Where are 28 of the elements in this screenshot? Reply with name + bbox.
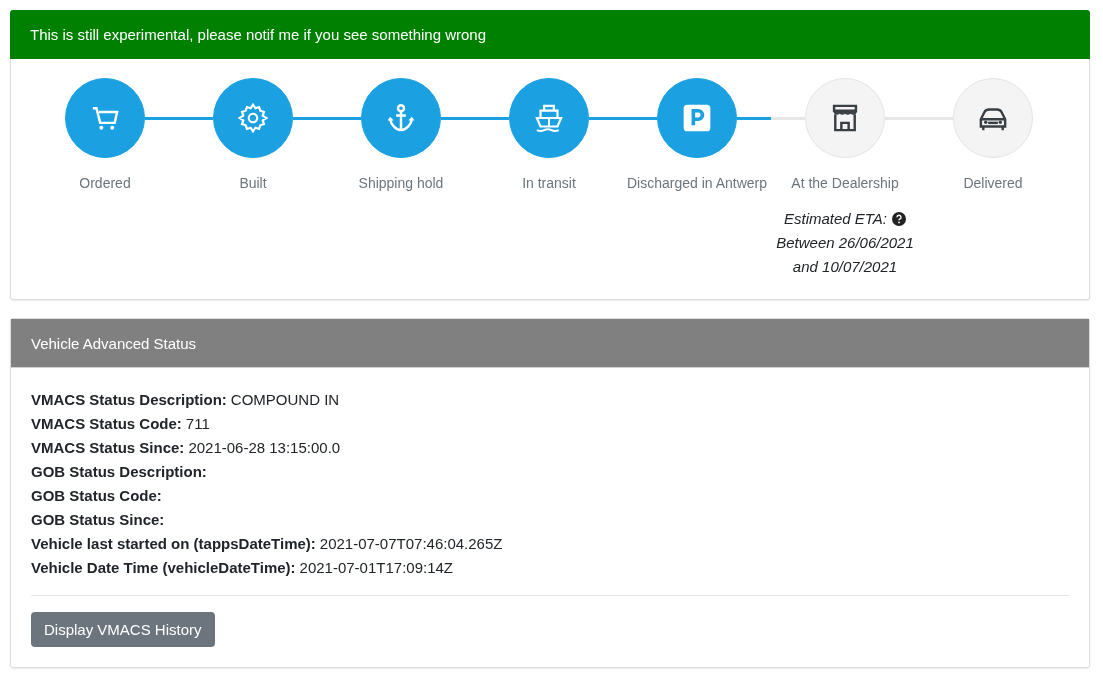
settings-icon (236, 101, 270, 135)
field-label: GOB Status Description: (31, 463, 207, 480)
step-label: Shipping hold (358, 175, 444, 191)
step-label: Delivered (963, 175, 1023, 191)
panel-title: Vehicle Advanced Status (31, 334, 197, 352)
history-button[interactable]: Display VMACS History (31, 612, 215, 647)
eta-text: and 10/07/2021 (792, 257, 898, 277)
step-label: At the Dealership (791, 175, 899, 191)
field-value: 2021-07-07T07:46:04.265Z (319, 535, 503, 552)
field-label: GOB Status Since: (31, 511, 165, 528)
field-value: 711 (185, 415, 210, 432)
eta-label: Estimated ETA: (783, 209, 888, 229)
field-label: VMACS Status Since: (31, 439, 185, 456)
field-label: Vehicle Date Time (vehicleDateTime): (31, 559, 296, 576)
step-label: Built (239, 175, 267, 191)
eta-text: Between 26/06/2021 (776, 233, 914, 253)
step-label: In transit (522, 175, 576, 191)
step-label: Discharged in Antwerp (626, 175, 768, 191)
field-value: COMPOUND IN (230, 391, 340, 408)
field-label: VMACS Status Code: (31, 415, 182, 432)
field-label: GOB Status Code: (31, 487, 162, 504)
field-value: 2021-06-28 13:15:00.0 (188, 439, 341, 456)
help-icon[interactable] (892, 212, 907, 226)
step-label: Ordered (79, 175, 131, 191)
alert-text: This is still experimental, please notif me if you see something wrong (30, 26, 487, 43)
field-label: VMACS Status Description: (31, 391, 227, 408)
field-value: 2021-07-01T17:09:14Z (299, 559, 453, 576)
field-label: Vehicle last started on (tappsDateTime): (31, 535, 316, 552)
